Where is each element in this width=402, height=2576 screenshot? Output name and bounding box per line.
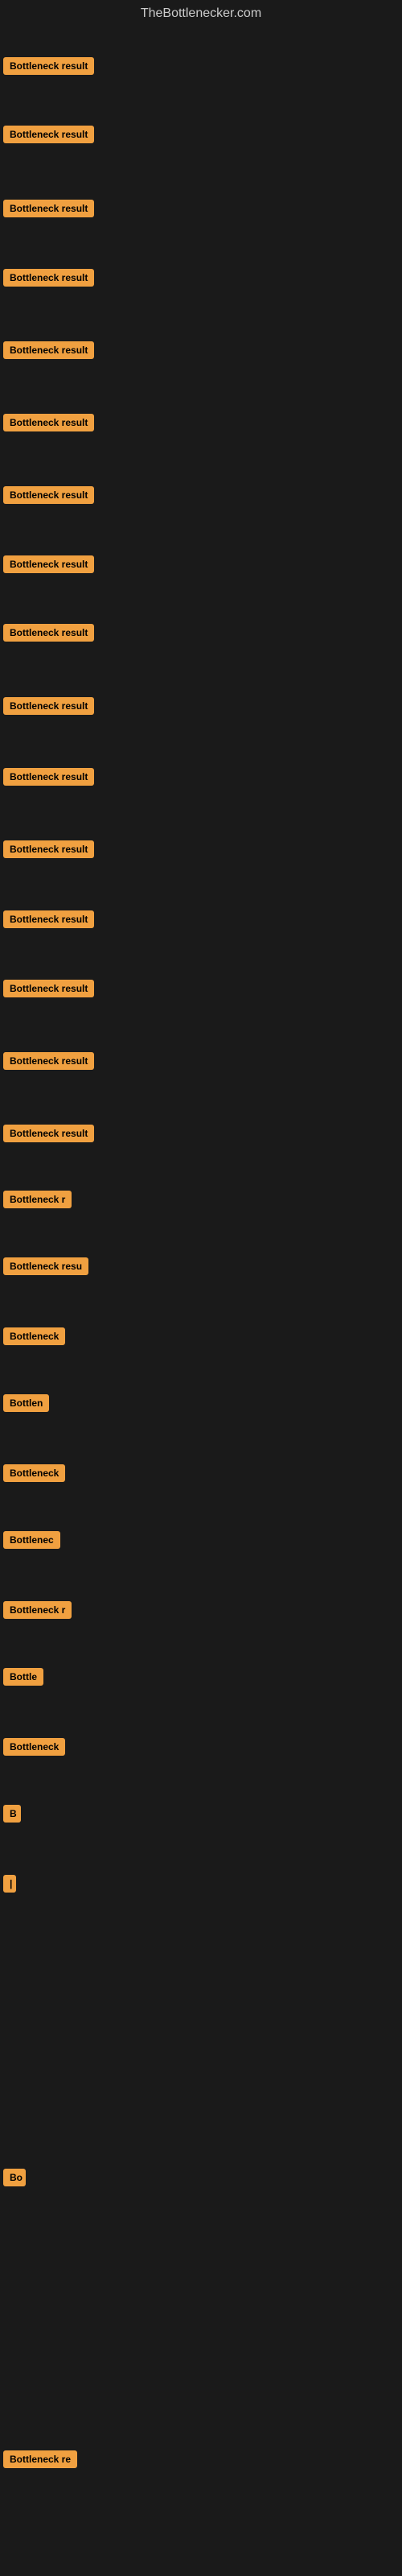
bottleneck-item-14: Bottleneck result [3,980,94,1001]
bottleneck-badge-14[interactable]: Bottleneck result [3,980,94,997]
bottleneck-item-29: Bottleneck re [3,2450,77,2472]
bottleneck-item-13: Bottleneck result [3,910,94,932]
bottleneck-item-15: Bottleneck result [3,1052,94,1074]
bottleneck-item-16: Bottleneck result [3,1125,94,1146]
bottleneck-item-2: Bottleneck result [3,126,94,147]
bottleneck-item-24: Bottle [3,1668,43,1690]
bottleneck-badge-19[interactable]: Bottleneck [3,1327,65,1345]
bottleneck-badge-15[interactable]: Bottleneck result [3,1052,94,1070]
bottleneck-badge-5[interactable]: Bottleneck result [3,341,94,359]
bottleneck-badge-9[interactable]: Bottleneck result [3,624,94,642]
bottleneck-item-10: Bottleneck result [3,697,94,719]
bottleneck-badge-20[interactable]: Bottlen [3,1394,49,1412]
bottleneck-badge-11[interactable]: Bottleneck result [3,768,94,786]
bottleneck-badge-4[interactable]: Bottleneck result [3,269,94,287]
page-container: TheBottlenecker.com Bottleneck resultBot… [0,0,402,2576]
bottleneck-badge-1[interactable]: Bottleneck result [3,57,94,75]
bottleneck-badge-10[interactable]: Bottleneck result [3,697,94,715]
bottleneck-badge-3[interactable]: Bottleneck result [3,200,94,217]
bottleneck-badge-25[interactable]: Bottleneck [3,1738,65,1756]
bottleneck-item-4: Bottleneck result [3,269,94,291]
bottleneck-item-9: Bottleneck result [3,624,94,646]
bottleneck-badge-24[interactable]: Bottle [3,1668,43,1686]
bottleneck-badge-26[interactable]: B [3,1805,21,1823]
bottleneck-badge-18[interactable]: Bottleneck resu [3,1257,88,1275]
bottleneck-item-1: Bottleneck result [3,57,94,79]
items-container: Bottleneck result Bottleneck result Bottle… [0,27,402,2563]
bottleneck-item-26: B [3,1805,21,1827]
bottleneck-badge-29[interactable]: Bottleneck re [3,2450,77,2468]
bottleneck-badge-22[interactable]: Bottlenec [3,1531,60,1549]
bottleneck-item-5: Bottleneck result [3,341,94,363]
bottleneck-badge-8[interactable]: Bottleneck result [3,555,94,573]
bottleneck-badge-6[interactable]: Bottleneck result [3,414,94,431]
bottleneck-badge-28[interactable]: Bo [3,2169,26,2186]
bottleneck-item-11: Bottleneck result [3,768,94,790]
bottleneck-item-17: Bottleneck r [3,1191,72,1212]
bottleneck-badge-16[interactable]: Bottleneck result [3,1125,94,1142]
bottleneck-badge-12[interactable]: Bottleneck result [3,840,94,858]
site-title: TheBottlenecker.com [0,0,402,27]
bottleneck-badge-21[interactable]: Bottleneck [3,1464,65,1482]
bottleneck-item-6: Bottleneck result [3,414,94,436]
bottleneck-item-25: Bottleneck [3,1738,65,1760]
bottleneck-item-23: Bottleneck r [3,1601,72,1623]
bottleneck-item-22: Bottlenec [3,1531,60,1553]
bottleneck-item-28: Bo [3,2169,26,2190]
bottleneck-item-21: Bottleneck [3,1464,65,1486]
bottleneck-item-19: Bottleneck [3,1327,65,1349]
bottleneck-badge-27[interactable]: | [3,1875,16,1893]
bottleneck-badge-23[interactable]: Bottleneck r [3,1601,72,1619]
bottleneck-item-12: Bottleneck result [3,840,94,862]
bottleneck-item-3: Bottleneck result [3,200,94,221]
bottleneck-badge-7[interactable]: Bottleneck result [3,486,94,504]
bottleneck-item-7: Bottleneck result [3,486,94,508]
bottleneck-item-27: | [3,1875,16,1897]
bottleneck-badge-2[interactable]: Bottleneck result [3,126,94,143]
bottleneck-item-8: Bottleneck result [3,555,94,577]
bottleneck-item-20: Bottlen [3,1394,49,1416]
bottleneck-item-18: Bottleneck resu [3,1257,88,1279]
bottleneck-badge-17[interactable]: Bottleneck r [3,1191,72,1208]
bottleneck-badge-13[interactable]: Bottleneck result [3,910,94,928]
